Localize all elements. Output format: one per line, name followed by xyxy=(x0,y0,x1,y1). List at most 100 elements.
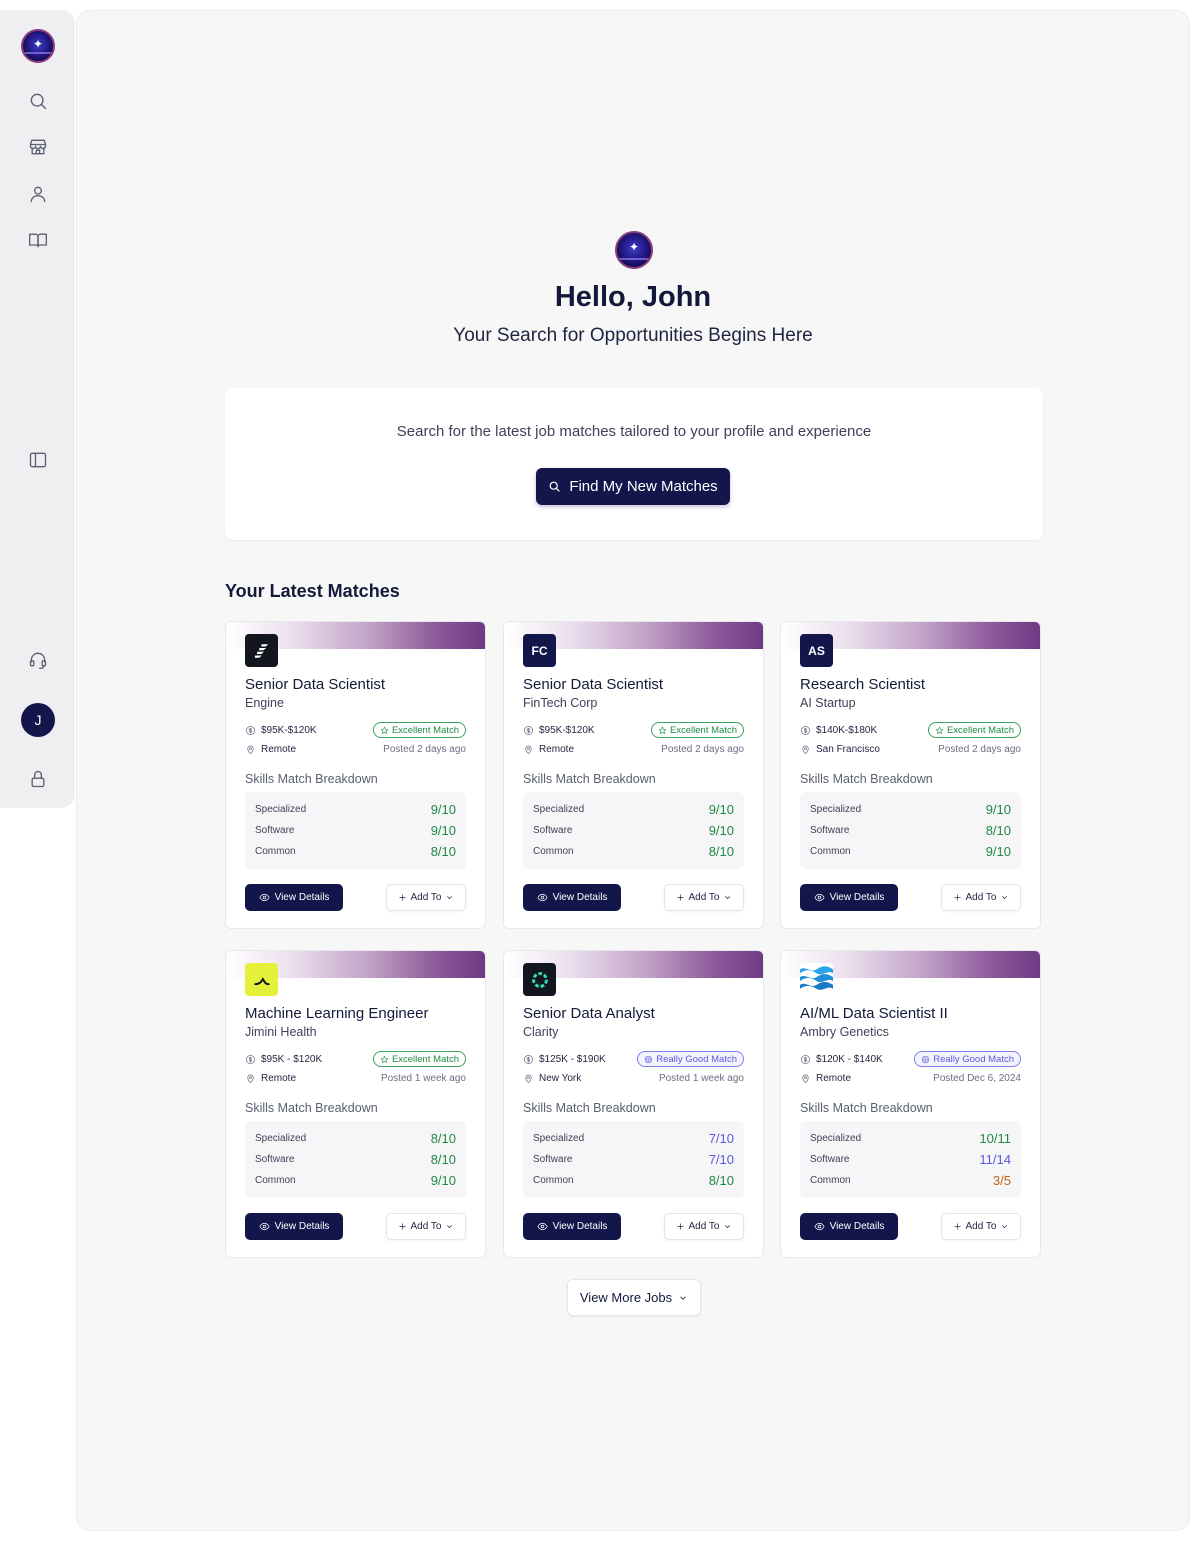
posted-date: Posted 2 days ago xyxy=(383,744,466,755)
plus-icon xyxy=(677,1223,684,1230)
skill-name: Common xyxy=(810,846,851,857)
view-details-button[interactable]: View Details xyxy=(245,1213,343,1240)
company-logo-text: AS xyxy=(808,643,825,658)
view-details-label: View Details xyxy=(274,1221,330,1232)
skill-score: 9/10 xyxy=(708,823,734,838)
dollar-icon xyxy=(801,1054,810,1064)
match-badge-label: Excellent Match xyxy=(391,724,459,736)
skill-score: 9/10 xyxy=(708,802,734,817)
match-badge: Excellent Match xyxy=(372,1051,466,1067)
skills-breakdown-label: Skills Match Breakdown xyxy=(245,772,378,786)
dollar-icon xyxy=(524,1054,533,1064)
match-badge: Really Good Match xyxy=(637,1051,744,1067)
match-badge-label: Really Good Match xyxy=(656,1053,737,1065)
company-name: Engine xyxy=(245,696,284,710)
job-title[interactable]: Machine Learning Engineer xyxy=(245,1005,428,1022)
skills-breakdown: Specialized 9/10 Software 8/10 Common 9/10 xyxy=(800,792,1021,869)
avatar[interactable]: J xyxy=(21,703,55,737)
job-card: Senior Data Analyst Clarity $125K - $190K R… xyxy=(503,950,764,1258)
view-details-button[interactable]: View Details xyxy=(800,1213,898,1240)
view-details-label: View Details xyxy=(829,1221,885,1232)
view-details-button[interactable]: View Details xyxy=(245,884,343,911)
skill-row: Specialized 8/10 xyxy=(255,1128,456,1149)
add-to-button[interactable]: Add To xyxy=(664,1213,744,1240)
skill-row: Specialized 9/10 xyxy=(810,799,1011,820)
skill-row: Specialized 10/11 xyxy=(810,1128,1011,1149)
location: San Francisco xyxy=(816,744,880,755)
location-row: Remote Posted Dec 6, 2024 xyxy=(800,1073,1021,1084)
search-description: Search for the latest job matches tailor… xyxy=(396,423,872,440)
skill-name: Specialized xyxy=(810,1133,862,1144)
eye-icon xyxy=(537,893,548,902)
salary: $95K-$120K xyxy=(261,724,317,736)
star-icon xyxy=(935,725,944,734)
book-icon[interactable] xyxy=(19,221,57,259)
posted-date: Posted 1 week ago xyxy=(380,1073,466,1084)
chevron-down-icon xyxy=(447,1225,453,1229)
skill-name: Common xyxy=(810,1175,851,1186)
chevron-down-icon xyxy=(680,1295,686,1300)
section-title: Your Latest Matches xyxy=(225,581,400,601)
skill-score: 8/10 xyxy=(430,844,456,859)
skills-breakdown: Specialized 9/10 Software 9/10 Common 8/10 xyxy=(523,792,744,869)
add-to-button[interactable]: Add To xyxy=(941,884,1021,911)
skill-row: Common 3/5 xyxy=(810,1170,1011,1191)
company-logo: FC xyxy=(523,634,556,667)
skill-score: 8/10 xyxy=(708,844,734,859)
eye-icon xyxy=(537,1222,548,1231)
find-matches-button[interactable]: Find My New Matches xyxy=(536,468,730,505)
job-title[interactable]: Research Scientist xyxy=(800,676,925,693)
star-icon xyxy=(658,725,667,734)
location: New York xyxy=(539,1073,582,1084)
skill-row: Specialized 9/10 xyxy=(533,799,734,820)
add-to-label: Add To xyxy=(410,892,442,903)
company-name: Clarity xyxy=(523,1025,559,1039)
view-details-button[interactable]: View Details xyxy=(800,884,898,911)
job-card: FC Senior Data Scientist FinTech Corp $95K-… xyxy=(503,621,764,929)
skill-score: 9/10 xyxy=(430,802,456,817)
dollar-icon xyxy=(524,725,533,735)
user-icon[interactable] xyxy=(19,175,57,213)
skill-score: 9/10 xyxy=(985,844,1011,859)
posted-date: Posted 1 week ago xyxy=(658,1073,744,1084)
job-title[interactable]: Senior Data Scientist xyxy=(245,676,385,693)
store-icon[interactable] xyxy=(19,128,57,166)
skill-score: 10/11 xyxy=(979,1131,1011,1146)
target-icon xyxy=(645,1055,653,1063)
app-logo-icon[interactable]: ✦ xyxy=(19,27,57,65)
location: Remote xyxy=(261,1073,297,1084)
location: Remote xyxy=(261,744,297,755)
add-to-button[interactable]: Add To xyxy=(386,1213,466,1240)
job-card: Senior Data Scientist Engine $95K-$120K Exc… xyxy=(225,621,486,929)
job-title[interactable]: Senior Data Analyst xyxy=(523,1005,655,1022)
view-details-label: View Details xyxy=(829,892,885,903)
headset-icon[interactable] xyxy=(19,641,57,679)
eye-icon xyxy=(814,893,825,902)
view-details-label: View Details xyxy=(274,892,330,903)
sidebar: ✦ J xyxy=(0,10,75,808)
view-more-jobs-button[interactable]: View More Jobs xyxy=(567,1279,701,1316)
search-icon[interactable] xyxy=(19,82,57,120)
skills-breakdown: Specialized 7/10 Software 7/10 Common 8/10 xyxy=(523,1121,744,1198)
location: Remote xyxy=(539,744,575,755)
job-title[interactable]: AI/ML Data Scientist II xyxy=(800,1005,948,1022)
lock-icon[interactable] xyxy=(19,760,57,798)
sidebar-toggle-icon[interactable] xyxy=(19,441,57,479)
skill-row: Common 8/10 xyxy=(533,841,734,862)
add-to-button[interactable]: Add To xyxy=(941,1213,1021,1240)
skill-row: Software 8/10 xyxy=(810,820,1011,841)
salary: $140K-$180K xyxy=(816,724,878,736)
add-to-button[interactable]: Add To xyxy=(386,884,466,911)
salary: $95K - $120K xyxy=(261,1053,323,1065)
view-details-button[interactable]: View Details xyxy=(523,1213,621,1240)
add-to-button[interactable]: Add To xyxy=(664,884,744,911)
posted-date: Posted 2 days ago xyxy=(661,744,744,755)
skills-breakdown: Specialized 8/10 Software 8/10 Common 9/10 xyxy=(245,1121,466,1198)
skill-score: 11/14 xyxy=(979,1152,1011,1167)
view-details-button[interactable]: View Details xyxy=(523,884,621,911)
skill-name: Software xyxy=(810,1154,850,1165)
star-icon xyxy=(380,1054,389,1063)
skills-breakdown: Specialized 10/11 Software 11/14 Common 3/5 xyxy=(800,1121,1021,1198)
job-title[interactable]: Senior Data Scientist xyxy=(523,676,663,693)
skill-name: Specialized xyxy=(255,1133,307,1144)
